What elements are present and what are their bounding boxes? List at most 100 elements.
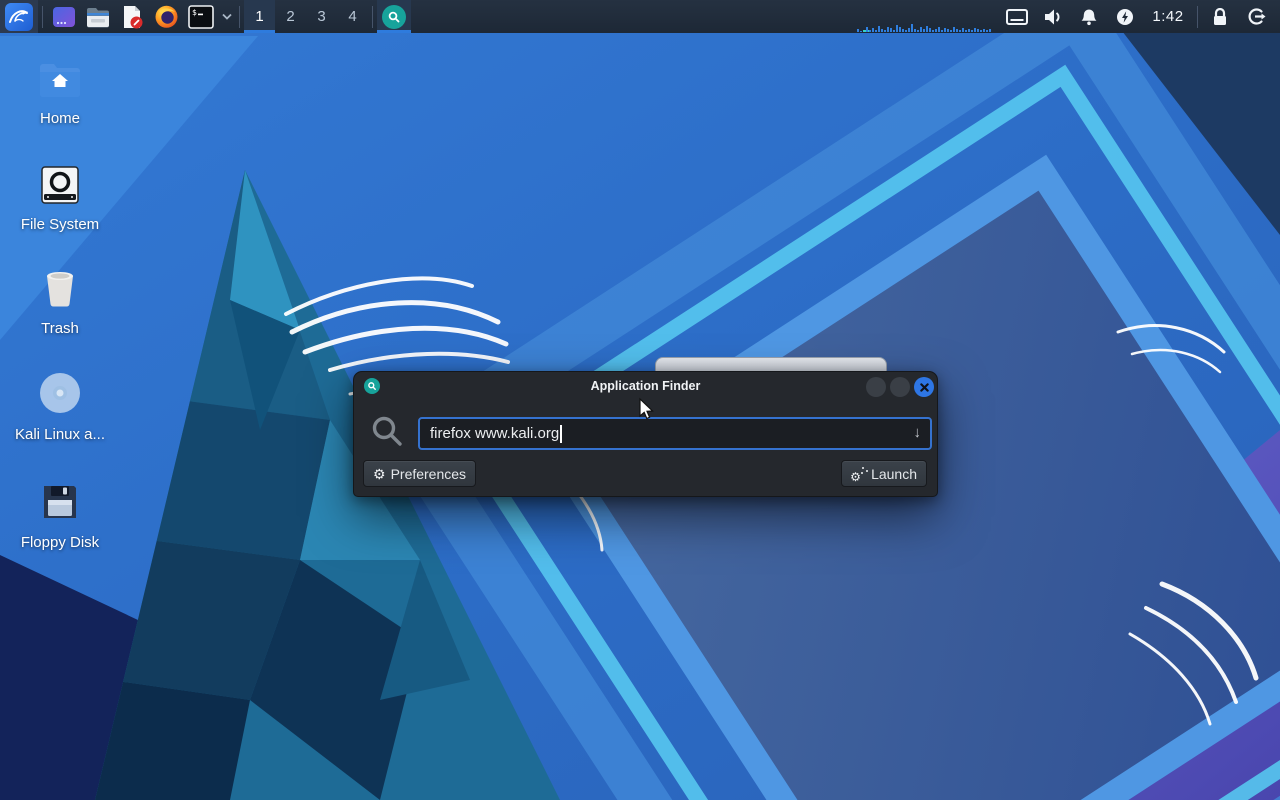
cpu-graph-bar <box>956 29 958 32</box>
cpu-graph-bar <box>989 29 991 32</box>
dashboard-icon <box>53 6 75 27</box>
panel-separator <box>1197 5 1198 28</box>
cpu-graph-bar <box>944 28 946 32</box>
cpu-graph-bar <box>917 30 919 32</box>
desktop-icon-home[interactable]: Home <box>8 54 112 127</box>
cpu-graph-bar <box>866 27 868 32</box>
trash-icon <box>40 264 80 308</box>
notifications-bell-icon <box>1081 9 1097 25</box>
close-button[interactable] <box>914 377 934 397</box>
cpu-graph-bar <box>986 30 988 32</box>
clock-text: 1:42 <box>1152 8 1184 25</box>
taskbar-application-finder-button[interactable] <box>377 0 411 33</box>
cdrom-disc-icon <box>39 370 81 414</box>
panel-separator <box>42 5 43 28</box>
cpu-graph-bar <box>911 24 913 32</box>
desktop-icon-label: Floppy Disk <box>20 534 100 551</box>
terminal-dropdown-button[interactable] <box>219 0 235 33</box>
launcher-terminal[interactable]: $ <box>183 0 219 33</box>
launcher-firefox[interactable] <box>149 0 183 33</box>
cpu-graph-bar <box>962 28 964 32</box>
preferences-button[interactable]: ⚙ Preferences <box>363 460 477 487</box>
cpu-graph-bar <box>878 26 880 32</box>
launcher-dashboard[interactable] <box>47 0 81 33</box>
logout-icon <box>1248 8 1265 25</box>
launch-button[interactable]: ⚙ Launch <box>841 460 927 487</box>
minimize-button[interactable] <box>866 377 886 397</box>
logout-button[interactable] <box>1238 0 1274 33</box>
gear-icon: ⚙ <box>373 465 386 482</box>
cpu-graph-bar <box>887 27 889 32</box>
cpu-graph-widget[interactable] <box>857 0 999 33</box>
cpu-graph-bar <box>920 27 922 32</box>
workspace-button-1[interactable]: 1 <box>244 0 275 33</box>
cpu-graph-bar <box>938 27 940 32</box>
floppy-disk-icon <box>40 478 80 522</box>
clock[interactable]: 1:42 <box>1143 0 1193 33</box>
desktop: $ 1 2 3 4 1:42 Home File System Trash Ka… <box>0 0 1280 800</box>
panel-separator <box>239 5 240 28</box>
lock-screen-button[interactable] <box>1202 0 1238 33</box>
applications-menu-button[interactable] <box>0 0 38 33</box>
volume-button[interactable] <box>1035 0 1071 33</box>
cpu-graph-bar <box>902 29 904 32</box>
workspace-button-2[interactable]: 2 <box>275 0 306 33</box>
cpu-graph-bar <box>977 29 979 32</box>
cpu-graph-bar <box>890 28 892 32</box>
cpu-graph-bar <box>941 30 943 32</box>
notifications-button[interactable] <box>1071 0 1107 33</box>
panel-separator <box>372 5 373 28</box>
launch-gear-icon: ⚙ <box>850 466 866 483</box>
workspace-label: 4 <box>348 8 357 25</box>
cpu-graph-bar <box>968 29 970 32</box>
desktop-icon-trash[interactable]: Trash <box>8 264 112 337</box>
workspace-button-3[interactable]: 3 <box>306 0 337 33</box>
launch-label: Launch <box>871 465 917 482</box>
cpu-graph-bar <box>908 28 910 32</box>
cpu-graph-bar <box>929 28 931 32</box>
file-system-drive-icon <box>40 160 80 204</box>
cpu-graph-bar <box>860 31 862 32</box>
cpu-graph-bar <box>884 30 886 32</box>
application-finder-window: Application Finder firefox www.kali.org … <box>353 371 938 497</box>
application-finder-icon <box>382 4 406 29</box>
search-input[interactable]: firefox www.kali.org ↓ <box>418 417 932 450</box>
workspace-label: 3 <box>317 8 326 25</box>
arrow-down-icon[interactable]: ↓ <box>914 424 922 441</box>
desktop-icon-kali-cdrom[interactable]: Kali Linux a... <box>8 370 112 443</box>
desktop-icon-label: Home <box>39 110 80 127</box>
preferences-label: Preferences <box>390 465 467 482</box>
desktop-icon-label: Kali Linux a... <box>14 426 106 443</box>
close-icon <box>919 382 929 392</box>
launcher-file-manager[interactable] <box>81 0 115 33</box>
cpu-graph-bar <box>872 28 874 32</box>
cpu-graph-bar <box>905 30 907 32</box>
firefox-icon <box>155 5 177 28</box>
cpu-graph-bar <box>923 29 925 32</box>
cpu-graph-bar <box>857 29 859 32</box>
cpu-graph-bar <box>932 30 934 32</box>
home-folder-icon <box>39 54 81 98</box>
cpu-graph-bar <box>953 27 955 32</box>
power-manager-button[interactable] <box>1107 0 1143 33</box>
cpu-graph-bar <box>899 27 901 32</box>
cpu-graph-bar <box>869 30 871 32</box>
desktop-icon-floppy-disk[interactable]: Floppy Disk <box>8 478 112 551</box>
svg-text:$: $ <box>192 8 197 17</box>
top-panel: $ 1 2 3 4 1:42 <box>0 0 1280 33</box>
desktop-icon-file-system[interactable]: File System <box>8 160 112 233</box>
workspace-button-4[interactable]: 4 <box>337 0 368 33</box>
cpu-graph-bar <box>950 30 952 32</box>
desktop-icon-label: File System <box>20 216 100 233</box>
cpu-graph-bar <box>935 29 937 32</box>
maximize-button[interactable] <box>890 377 910 397</box>
keyboard-icon <box>1006 8 1028 25</box>
mouse-cursor <box>639 397 654 420</box>
cpu-graph-bar <box>896 25 898 32</box>
text-caret <box>560 424 562 443</box>
launcher-text-editor[interactable] <box>115 0 149 33</box>
button-row: ⚙ Preferences ⚙ Launch <box>354 460 937 490</box>
volume-icon <box>1045 9 1060 24</box>
titlebar[interactable]: Application Finder <box>354 372 937 400</box>
keyboard-layout-button[interactable] <box>999 0 1035 33</box>
